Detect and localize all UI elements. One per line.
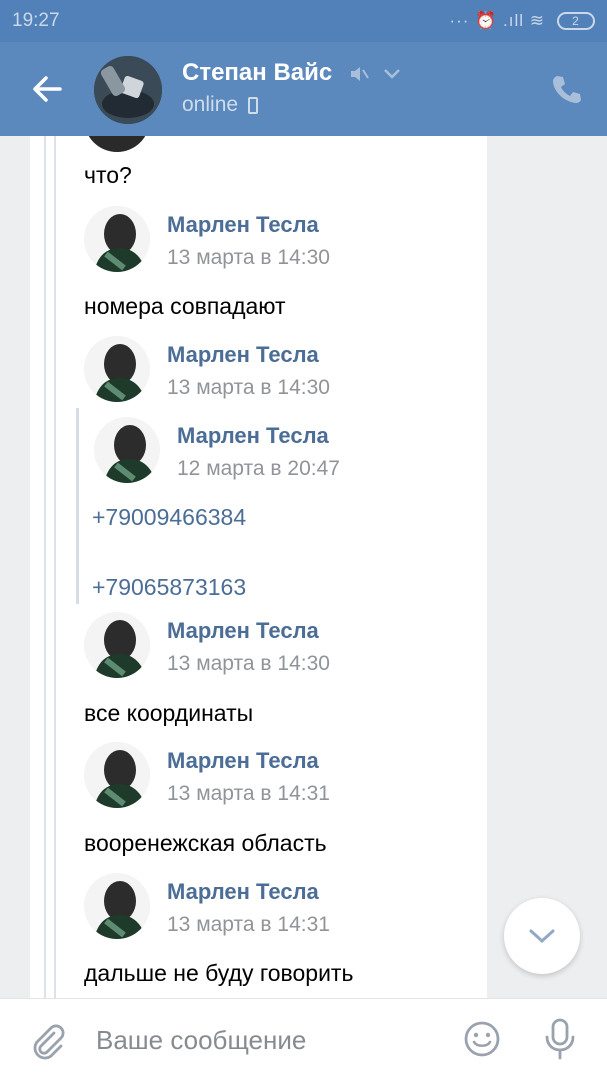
paperclip-icon[interactable] — [28, 1021, 68, 1061]
author-name[interactable]: Марлен Тесла — [167, 212, 319, 238]
message-date: 13 марта в 14:30 — [167, 376, 330, 399]
message-input[interactable]: Ваше сообщение — [96, 1025, 306, 1056]
contact-status: online — [182, 93, 259, 117]
avatar[interactable] — [84, 336, 150, 402]
avatar[interactable] — [84, 206, 150, 272]
status-time: 19:27 — [12, 10, 60, 31]
chat-header: Степан Вайс online — [0, 42, 607, 136]
message-text: номера совпадают — [84, 293, 286, 319]
author-name[interactable]: Марлен Тесла — [167, 618, 319, 644]
message-text: дальше не буду говорить — [84, 960, 354, 986]
status-text: online — [182, 93, 239, 116]
contact-name[interactable]: Степан Вайс — [182, 59, 332, 87]
status-icons: ··· ⏰ .ıll ≋ 2 — [449, 11, 595, 31]
message-date: 13 марта в 14:30 — [167, 246, 330, 269]
muted-icon — [351, 67, 369, 81]
avatar — [84, 136, 150, 152]
battery-icon: 2 — [557, 12, 595, 30]
scroll-down-button[interactable] — [504, 898, 580, 974]
chevron-down-icon — [529, 929, 555, 944]
author-name[interactable]: Марлен Тесла — [167, 342, 319, 368]
author-name[interactable]: Марлен Тесла — [167, 748, 319, 774]
author-name[interactable]: Марлен Тесла — [177, 423, 329, 449]
message-text: все координаты — [84, 700, 254, 726]
thread-line — [44, 136, 46, 998]
status-icons-text: ··· ⏰ .ıll ≋ — [449, 11, 545, 30]
message-date: 13 марта в 14:31 — [167, 782, 330, 805]
message-feed[interactable]: что? Марлен Тесла 13 марта в 14:30 номер… — [64, 136, 484, 998]
message-date: 12 марта в 20:47 — [177, 457, 340, 480]
avatar[interactable] — [84, 873, 150, 939]
phone-icon[interactable] — [549, 72, 583, 106]
status-bar: 19:27 ··· ⏰ .ıll ≋ 2 — [0, 0, 607, 42]
message-composer: Ваше сообщение — [0, 998, 607, 1080]
contact-avatar[interactable] — [94, 56, 162, 124]
avatar[interactable] — [84, 612, 150, 678]
message-date: 13 марта в 14:30 — [167, 652, 330, 675]
forward-bar — [76, 408, 79, 604]
chevron-down-icon[interactable] — [382, 67, 402, 81]
message-text: вооренежская область — [84, 830, 327, 856]
back-arrow-icon[interactable] — [30, 72, 64, 106]
microphone-icon[interactable] — [542, 1017, 578, 1061]
message-date: 13 марта в 14:31 — [167, 913, 330, 936]
message-text: что? — [84, 162, 132, 188]
phone-link[interactable]: +79009466384 — [92, 504, 246, 531]
thread-line — [54, 136, 56, 998]
phone-link[interactable]: +79065873163 — [92, 574, 246, 601]
avatar[interactable] — [94, 417, 160, 483]
author-name[interactable]: Марлен Тесла — [167, 879, 319, 905]
avatar[interactable] — [84, 742, 150, 808]
header-icons — [348, 63, 402, 85]
emoji-icon[interactable] — [462, 1019, 502, 1059]
mobile-icon — [248, 96, 259, 114]
